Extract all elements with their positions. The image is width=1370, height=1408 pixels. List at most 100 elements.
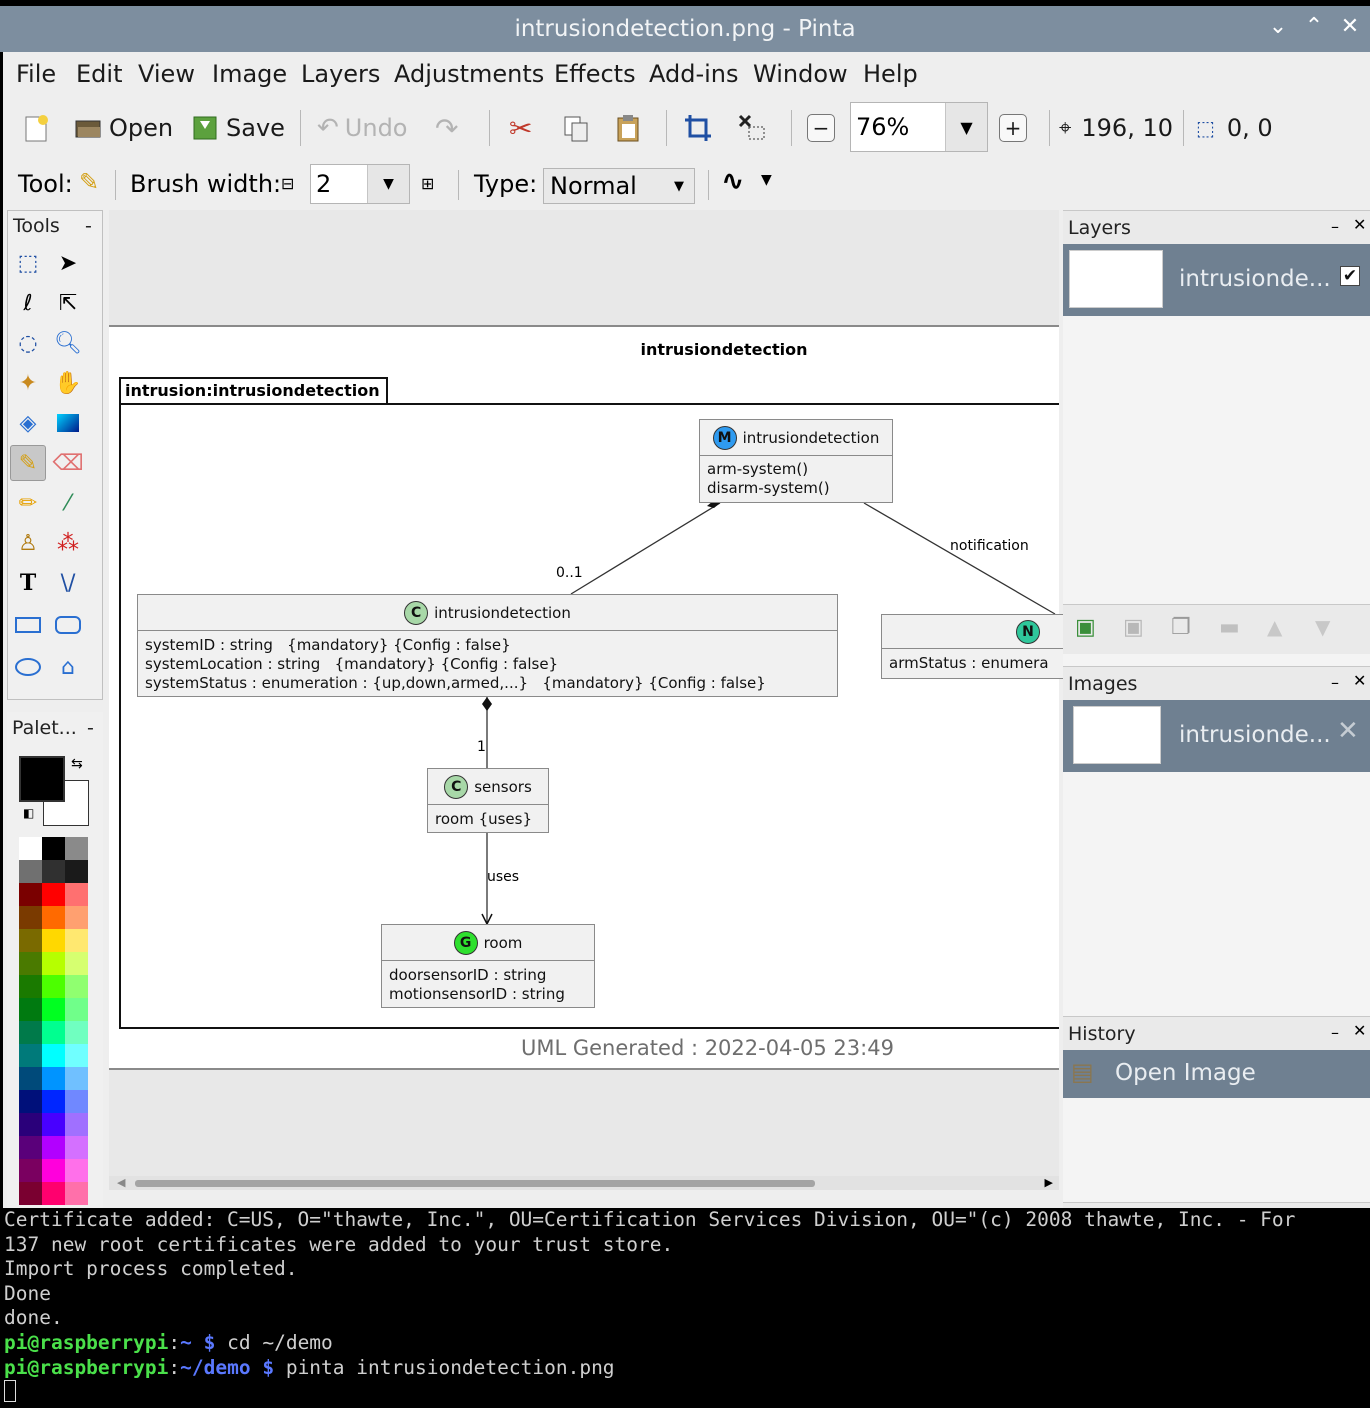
layers-close-icon[interactable]: ✕ bbox=[1353, 215, 1366, 234]
palette-swatch[interactable] bbox=[65, 1136, 88, 1159]
palette-swatch[interactable] bbox=[65, 975, 88, 998]
palette-swatch[interactable] bbox=[65, 1090, 88, 1113]
palette-swatch[interactable] bbox=[65, 952, 88, 975]
palette-swatch[interactable] bbox=[65, 1021, 88, 1044]
menu-file[interactable]: File bbox=[16, 60, 56, 88]
redo-button[interactable]: ↷ bbox=[435, 110, 458, 146]
scroll-right-icon[interactable]: ▶ bbox=[1045, 1176, 1053, 1189]
palette-swatch[interactable] bbox=[19, 1113, 42, 1136]
image-row[interactable]: intrusionde... ✕ bbox=[1063, 700, 1370, 772]
palette-swatch[interactable] bbox=[65, 837, 88, 860]
palette-swatch[interactable] bbox=[65, 906, 88, 929]
menu-effects[interactable]: Effects bbox=[554, 60, 636, 88]
menu-help[interactable]: Help bbox=[863, 60, 918, 88]
images-minimize-icon[interactable]: – bbox=[1331, 673, 1339, 692]
move-selection-icon[interactable]: ⇱ bbox=[50, 285, 86, 321]
duplicate-layer-icon[interactable]: ❐ bbox=[1171, 615, 1191, 640]
menu-view[interactable]: View bbox=[138, 60, 195, 88]
palette-swatch[interactable] bbox=[65, 929, 88, 952]
paint-bucket-icon[interactable]: ◈ bbox=[10, 405, 46, 441]
palette-swatch[interactable] bbox=[65, 1182, 88, 1205]
move-layer-down-icon[interactable]: ▼ bbox=[1315, 615, 1330, 639]
delete-layer-icon[interactable]: ▣ bbox=[1123, 615, 1144, 640]
palette-swatch[interactable] bbox=[19, 1044, 42, 1067]
palette-swatch[interactable] bbox=[42, 1090, 65, 1113]
palette-swatch[interactable] bbox=[19, 975, 42, 998]
color-picker-icon[interactable]: ⁄ bbox=[50, 485, 86, 521]
cut-button[interactable]: ✂ bbox=[509, 110, 532, 146]
freeform-shape-icon[interactable]: ⌂ bbox=[50, 649, 86, 685]
gradient-icon[interactable] bbox=[50, 405, 86, 441]
paste-button[interactable] bbox=[613, 110, 649, 146]
zoom-combo[interactable]: 76% ▼ bbox=[850, 102, 988, 152]
text-icon[interactable]: T bbox=[10, 565, 46, 601]
layers-minimize-icon[interactable]: – bbox=[1331, 217, 1339, 236]
rectangle-icon[interactable] bbox=[10, 607, 46, 643]
reset-colors-icon[interactable]: ◧ bbox=[23, 806, 34, 820]
palette-swatch[interactable] bbox=[65, 1044, 88, 1067]
pan-icon[interactable]: ✋ bbox=[50, 365, 86, 401]
menu-window[interactable]: Window bbox=[753, 60, 848, 88]
line-curve-icon[interactable]: \/ bbox=[50, 565, 86, 601]
deselect-button[interactable] bbox=[737, 110, 773, 146]
palette-swatch[interactable] bbox=[42, 883, 65, 906]
palette-swatch[interactable] bbox=[65, 1113, 88, 1136]
lasso-select-icon[interactable]: ℓ bbox=[10, 285, 46, 321]
palette-swatch[interactable] bbox=[42, 1021, 65, 1044]
clone-stamp-icon[interactable]: ♙ bbox=[10, 525, 46, 561]
magic-wand-icon[interactable]: ✦ bbox=[10, 365, 46, 401]
antialiasing-icon[interactable]: ∿ bbox=[721, 164, 744, 197]
palette-swatch[interactable] bbox=[19, 837, 42, 860]
zoom-out-button[interactable]: − bbox=[807, 110, 835, 146]
palette-swatch[interactable] bbox=[42, 975, 65, 998]
palette-swatch[interactable] bbox=[19, 998, 42, 1021]
swap-colors-icon[interactable]: ⇆ bbox=[71, 756, 83, 772]
tools-panel-collapse[interactable]: - bbox=[85, 215, 92, 237]
palette-swatch[interactable] bbox=[19, 929, 42, 952]
brush-width-dropdown-icon[interactable]: ▼ bbox=[367, 165, 409, 203]
terminal[interactable]: Certificate added: C=US, O="thawte, Inc.… bbox=[0, 1208, 1370, 1408]
scrollbar-thumb[interactable] bbox=[135, 1180, 815, 1187]
palette-swatch[interactable] bbox=[19, 1159, 42, 1182]
palette-swatch[interactable] bbox=[42, 998, 65, 1021]
minimize-button[interactable]: ⌄ bbox=[1264, 14, 1292, 39]
menu-image[interactable]: Image bbox=[212, 60, 287, 88]
palette-swatch[interactable] bbox=[42, 837, 65, 860]
palette-swatch[interactable] bbox=[42, 906, 65, 929]
new-button[interactable] bbox=[21, 110, 57, 146]
palette-swatch[interactable] bbox=[42, 1136, 65, 1159]
layer-visible-checkbox[interactable]: ✔ bbox=[1340, 266, 1360, 286]
eraser-icon[interactable]: ⌫ bbox=[50, 445, 86, 481]
palette-swatch[interactable] bbox=[65, 1067, 88, 1090]
brush-width-increase-icon[interactable]: ⊞ bbox=[421, 174, 434, 193]
palette-swatch[interactable] bbox=[19, 1182, 42, 1205]
add-layer-icon[interactable]: ▣ bbox=[1075, 615, 1096, 640]
paintbrush-tool-icon[interactable]: ✎ bbox=[10, 445, 46, 481]
palette-swatch[interactable] bbox=[19, 1136, 42, 1159]
merge-layer-icon[interactable]: ▬ bbox=[1219, 615, 1240, 640]
palette-swatch[interactable] bbox=[19, 1067, 42, 1090]
image-canvas[interactable]: intrusiondetection intrusion:intrusionde… bbox=[109, 325, 1071, 1070]
rectangle-select-icon[interactable]: ⬚ bbox=[10, 245, 46, 281]
recolor-icon[interactable]: ⁂ bbox=[50, 525, 86, 561]
close-image-icon[interactable]: ✕ bbox=[1337, 716, 1359, 746]
palette-swatch[interactable] bbox=[42, 1067, 65, 1090]
rounded-rectangle-icon[interactable] bbox=[50, 607, 86, 643]
palette-swatch[interactable] bbox=[19, 952, 42, 975]
menu-addins[interactable]: Add-ins bbox=[649, 60, 739, 88]
palette-swatch[interactable] bbox=[42, 860, 65, 883]
ellipse-icon[interactable] bbox=[10, 649, 46, 685]
zoom-dropdown-icon[interactable]: ▼ bbox=[945, 103, 987, 151]
horizontal-scrollbar[interactable]: ◀ ▶ bbox=[109, 1176, 1059, 1190]
palette-swatch[interactable] bbox=[19, 1021, 42, 1044]
images-close-icon[interactable]: ✕ bbox=[1353, 671, 1366, 690]
crop-to-selection-button[interactable] bbox=[683, 110, 719, 146]
layer-row[interactable]: intrusionde... ✔ bbox=[1063, 244, 1370, 316]
copy-button[interactable] bbox=[561, 110, 597, 146]
type-dropdown[interactable]: Normal ▼ bbox=[543, 168, 695, 204]
scroll-left-icon[interactable]: ◀ bbox=[117, 1176, 125, 1189]
palette-swatch[interactable] bbox=[65, 1159, 88, 1182]
palette-swatch[interactable] bbox=[42, 1159, 65, 1182]
palette-panel-collapse[interactable]: - bbox=[87, 717, 94, 739]
history-close-icon[interactable]: ✕ bbox=[1353, 1021, 1366, 1040]
